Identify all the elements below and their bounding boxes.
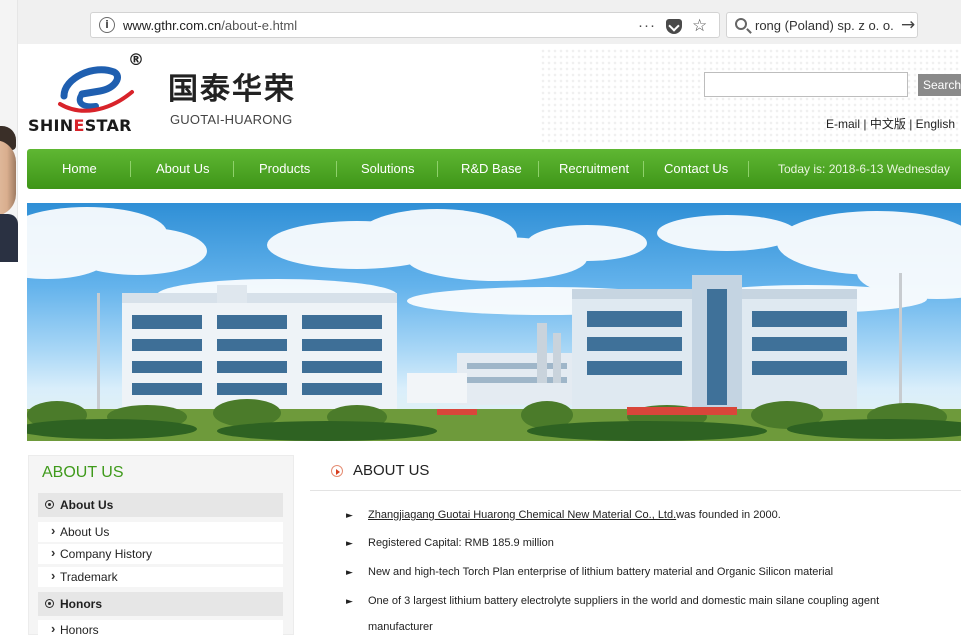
nav-home[interactable]: Home	[62, 149, 97, 189]
nav-products[interactable]: Products	[259, 149, 310, 189]
url-host: www.gthr.com.cn	[123, 18, 222, 33]
sidebar-section-about-us[interactable]: About Us	[38, 493, 283, 517]
english-version-link[interactable]: English	[916, 117, 955, 131]
nav-separator	[130, 161, 131, 177]
about-line-1-text: was founded in 2000.	[676, 509, 781, 521]
company-name-chinese: 国泰华荣	[168, 72, 296, 107]
sidebar-item-company-history[interactable]: Company History	[38, 543, 283, 564]
sidebar-item-about-us[interactable]: About Us	[38, 521, 283, 542]
title-arrow-icon	[331, 465, 343, 477]
more-dots-icon[interactable]: ···	[638, 16, 656, 36]
nav-separator	[233, 161, 234, 177]
arrow-right-icon[interactable]: →	[901, 15, 915, 35]
browser-toolbar: i www.gthr.com.cn/about-e.html ··· ☆ ron…	[0, 0, 961, 44]
sidebar-section-honors[interactable]: Honors	[38, 592, 283, 616]
pocket-icon[interactable]	[666, 18, 682, 34]
page-title: ABOUT US	[353, 462, 430, 479]
person-thumbnail	[0, 0, 18, 262]
link-separator: |	[909, 117, 913, 131]
url-path: /about-e.html	[221, 18, 298, 33]
site-search-input[interactable]	[704, 72, 908, 97]
factory-banner	[27, 203, 961, 441]
about-line-1: Zhangjiagang Guotai Huarong Chemical New…	[368, 509, 781, 521]
top-links: E-mail | 中文版 | English	[826, 115, 955, 132]
sidebar-title: ABOUT US	[42, 464, 124, 481]
about-line-3: New and high-tech Torch Plan enterprise …	[368, 566, 834, 578]
logo-wordmark-left: SHIN	[28, 116, 74, 135]
address-bar[interactable]: i www.gthr.com.cn/about-e.html ··· ☆	[90, 12, 720, 38]
search-icon	[735, 18, 747, 30]
person-shirt	[0, 214, 18, 262]
main-nav: Home About Us Products Solutions R&D Bas…	[27, 149, 961, 189]
sidebar-item-trademark[interactable]: Trademark	[38, 566, 283, 587]
nav-recruitment[interactable]: Recruitment	[559, 149, 629, 189]
nav-separator	[538, 161, 539, 177]
nav-separator	[437, 161, 438, 177]
nav-separator	[336, 161, 337, 177]
company-link[interactable]: Zhangjiagang Guotai Huarong Chemical New…	[368, 509, 676, 521]
factory-illustration	[27, 207, 961, 441]
page: i www.gthr.com.cn/about-e.html ··· ☆ ron…	[0, 0, 961, 635]
about-line-2: Registered Capital: RMB 185.9 million	[368, 537, 554, 549]
bullet-icon: ►	[346, 597, 353, 607]
logo-icon	[58, 66, 134, 113]
address-tools: ··· ☆	[638, 16, 707, 36]
link-separator: |	[863, 117, 867, 131]
title-divider	[310, 490, 961, 491]
browser-search-box[interactable]: rong (Poland) sp. z o. o. →	[726, 12, 918, 38]
bullet-icon: ►	[346, 568, 353, 578]
nav-about-us[interactable]: About Us	[156, 149, 209, 189]
bookmark-star-icon[interactable]: ☆	[692, 16, 707, 36]
company-name-english: GUOTAI-HUARONG	[170, 112, 293, 127]
sidebar: ABOUT US About Us About Us Company Histo…	[28, 455, 294, 635]
nav-solutions[interactable]: Solutions	[361, 149, 414, 189]
sidebar-item-honors[interactable]: Honors	[38, 619, 283, 635]
logo-wordmark[interactable]: SHINESTAR	[28, 116, 132, 135]
registered-mark: ®	[128, 50, 144, 69]
person-face	[0, 140, 16, 216]
about-line-4: One of 3 largest lithium battery electro…	[368, 595, 880, 607]
address-url[interactable]: www.gthr.com.cn/about-e.html	[123, 18, 297, 33]
logo-wordmark-right: STAR	[84, 116, 132, 135]
site-header: ® SHINESTAR 国泰华荣 GUOTAI-HUARONG Search E…	[0, 44, 961, 148]
about-line-4-continued: manufacturer	[368, 621, 433, 633]
browser-search-text[interactable]: rong (Poland) sp. z o. o.	[755, 18, 894, 33]
nav-contact-us[interactable]: Contact Us	[664, 149, 728, 189]
info-icon[interactable]: i	[99, 17, 115, 33]
bullet-icon: ►	[346, 539, 353, 549]
nav-separator	[748, 161, 749, 177]
current-date: Today is: 2018-6-13 Wednesday	[778, 162, 950, 176]
site-search-button[interactable]: Search	[918, 74, 961, 96]
nav-rd-base[interactable]: R&D Base	[461, 149, 522, 189]
nav-separator	[643, 161, 644, 177]
bullet-icon: ►	[346, 511, 353, 521]
chinese-version-link[interactable]: 中文版	[870, 117, 906, 131]
logo-wordmark-e: E	[73, 116, 85, 135]
email-link[interactable]: E-mail	[826, 117, 860, 131]
